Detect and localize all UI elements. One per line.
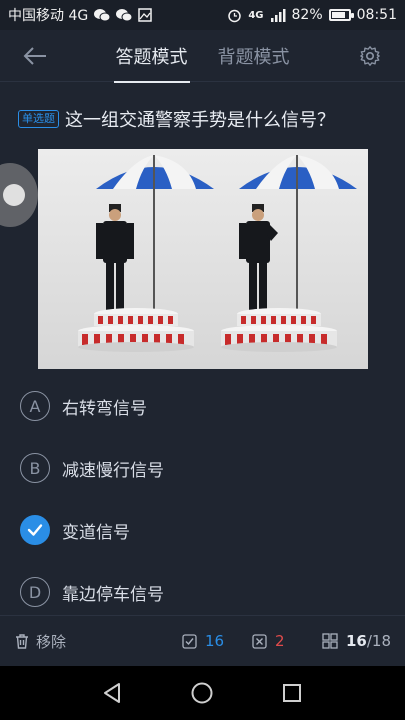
question-text: 这一组交通警察手势是什么信号？ — [65, 110, 335, 131]
progress-current: 16 — [346, 632, 367, 650]
option-a-text: 右转弯信号 — [62, 398, 147, 419]
grid-icon — [322, 633, 338, 649]
correct-count-value: 16 — [205, 632, 225, 650]
option-d-text: 靠边停车信号 — [62, 584, 164, 605]
battery-icon — [328, 9, 354, 21]
question: 单选题 这一组交通警察手势是什么信号？ — [18, 106, 393, 132]
mode-tabs: 答题模式 背题模式 — [113, 37, 292, 83]
back-button[interactable] — [22, 44, 48, 68]
traffic-police-gesture-illustration — [38, 149, 368, 369]
correct-count[interactable]: 16 — [182, 632, 224, 650]
wechat-icon — [94, 8, 111, 22]
gear-icon — [360, 46, 380, 66]
carrier-label: 中国移动 4G — [8, 8, 89, 24]
square-recents-icon — [283, 684, 301, 702]
question-progress[interactable]: 16/18 — [322, 632, 391, 650]
tab-answer-mode[interactable]: 答题模式 — [113, 37, 190, 83]
system-nav-bar — [0, 666, 405, 720]
circle-home-icon — [191, 682, 213, 704]
settings-button[interactable] — [357, 43, 383, 69]
option-b-marker: B — [20, 453, 50, 483]
status-bar: 中国移动 4G 4G 82% 08:51 — [0, 0, 405, 30]
option-d[interactable]: D 靠边停车信号 — [20, 575, 164, 609]
option-d-marker: D — [20, 577, 50, 607]
question-type-badge: 单选题 — [18, 110, 59, 128]
header-bar: 答题模式 背题模式 — [0, 30, 405, 83]
progress-total: /18 — [366, 632, 392, 650]
option-c[interactable]: 变道信号 — [20, 513, 130, 547]
system-back-button[interactable] — [100, 681, 124, 705]
wechat-icon — [116, 8, 133, 22]
option-b[interactable]: B 减速慢行信号 — [20, 451, 164, 485]
alarm-icon — [227, 8, 242, 23]
trash-icon — [16, 633, 28, 649]
option-b-text: 减速慢行信号 — [62, 460, 164, 481]
clock: 08:51 — [356, 7, 397, 23]
triangle-back-icon — [104, 683, 120, 703]
wrong-count-value: 2 — [275, 632, 285, 650]
signal-icon — [270, 8, 286, 22]
system-recents-button[interactable] — [280, 681, 304, 705]
option-a[interactable]: A 右转弯信号 — [20, 389, 147, 423]
remove-button[interactable]: 移除 — [14, 631, 66, 652]
battery-percent: 82% — [291, 7, 323, 23]
image-icon — [138, 8, 152, 22]
checkbox-check-icon — [182, 633, 197, 649]
question-image — [38, 149, 368, 369]
tab-recite-mode[interactable]: 背题模式 — [216, 37, 292, 75]
checkbox-x-icon — [252, 633, 267, 649]
floating-assist-handle[interactable] — [0, 163, 38, 227]
system-home-button[interactable] — [190, 681, 214, 705]
network-badge: 4G — [248, 9, 264, 21]
option-a-marker: A — [20, 391, 50, 421]
option-c-text: 变道信号 — [62, 522, 130, 543]
check-icon — [20, 515, 50, 545]
remove-label: 移除 — [36, 632, 67, 651]
bottom-toolbar: 移除 16 2 16/18 — [0, 615, 405, 666]
arrow-left-icon — [23, 47, 46, 65]
wrong-count[interactable]: 2 — [252, 632, 285, 650]
